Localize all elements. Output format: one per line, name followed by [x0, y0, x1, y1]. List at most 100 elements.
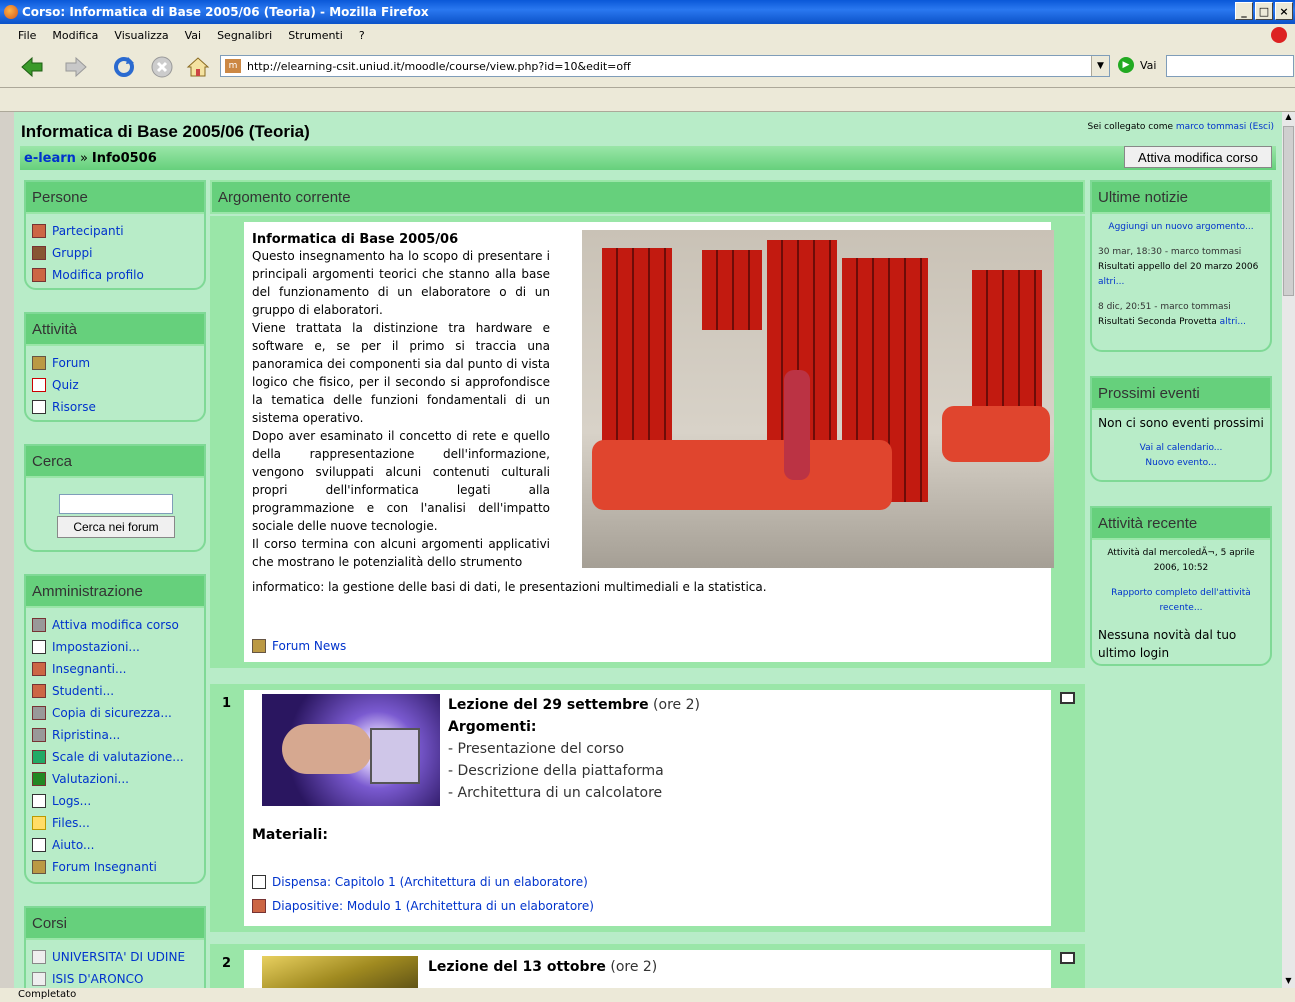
home-icon[interactable] — [186, 55, 210, 79]
course-category-icon — [32, 972, 46, 986]
slides-icon — [252, 899, 266, 913]
page-scrollbar[interactable]: ▲ ▼ — [1282, 112, 1295, 988]
new-event-link[interactable]: Nuovo evento... — [1145, 458, 1216, 468]
breadcrumb: e-learn » Info0506 — [20, 146, 1276, 170]
menu-help[interactable]: ? — [359, 29, 365, 42]
back-arrow-icon[interactable] — [20, 55, 44, 79]
current-topic-heading: Argomento corrente — [210, 180, 1085, 214]
highlight-checkbox-icon[interactable] — [1060, 692, 1075, 704]
intro-paragraph: Il corso termina con alcuni argomenti ap… — [252, 537, 550, 569]
scales-icon — [32, 750, 46, 764]
menu-vai[interactable]: Vai — [185, 29, 201, 42]
close-button[interactable]: × — [1275, 2, 1293, 20]
block-title: Amministrazione — [26, 576, 204, 608]
section-number: 1 — [222, 696, 232, 711]
news-text: Risultati Seconda Provetta — [1098, 317, 1217, 327]
activity-since: Attività dal mercoledÃ¬, 5 aprile 2006, … — [1107, 548, 1255, 573]
link-admin-help[interactable]: Aiuto... — [52, 838, 94, 852]
link-forum[interactable]: Forum — [52, 356, 90, 370]
intro-paragraph: Dopo aver esaminato il concetto di rete … — [252, 429, 550, 533]
search-box[interactable] — [1166, 55, 1294, 77]
block-title: Ultime notizie — [1092, 182, 1270, 214]
course-category-icon — [32, 950, 46, 964]
section-1: 1 Lezione del 29 settembre (ore 2) Argom… — [210, 684, 1085, 932]
link-course-daronco[interactable]: ISIS D'ARONCO — [52, 972, 143, 986]
login-info: Sei collegato come marco tommasi (Esci) — [1087, 122, 1274, 132]
link-admin-teachers[interactable]: Insegnanti... — [52, 662, 126, 676]
block-cerca: Cerca Cerca nei forum — [24, 444, 206, 552]
link-groups[interactable]: Gruppi — [52, 246, 92, 260]
link-edit-profile[interactable]: Modifica profilo — [52, 268, 144, 282]
navigation-toolbar: m http://elearning-csit.uniud.it/moodle/… — [0, 46, 1295, 88]
block-title: Prossimi eventi — [1092, 378, 1270, 410]
link-quiz[interactable]: Quiz — [52, 378, 79, 392]
block-news: Ultime notizie Aggiungi un nuovo argomen… — [1090, 180, 1272, 352]
link-dispensa[interactable]: Dispensa: Capitolo 1 (Architettura di un… — [272, 875, 588, 889]
menu-file[interactable]: File — [18, 29, 36, 42]
link-admin-edit[interactable]: Attiva modifica corso — [52, 618, 179, 632]
menu-segnalibri[interactable]: Segnalibri — [217, 29, 272, 42]
no-events-text: Non ci sono eventi prossimi — [1098, 416, 1264, 430]
folder-icon — [32, 816, 46, 830]
link-participants[interactable]: Partecipanti — [52, 224, 124, 238]
calendar-link[interactable]: Vai al calendario... — [1140, 443, 1223, 453]
link-admin-grades[interactable]: Valutazioni... — [52, 772, 129, 786]
link-course-udine[interactable]: UNIVERSITA' DI UDINE — [52, 950, 185, 964]
site-favicon: m — [225, 59, 241, 73]
groups-icon — [32, 246, 46, 260]
link-resources[interactable]: Risorse — [52, 400, 96, 414]
link-admin-scales[interactable]: Scale di valutazione... — [52, 750, 184, 764]
topic-item: - Architettura di un calcolatore — [448, 785, 663, 801]
maximize-button[interactable]: □ — [1255, 2, 1273, 20]
address-dropdown[interactable]: ▼ — [1091, 56, 1109, 76]
menu-strumenti[interactable]: Strumenti — [288, 29, 343, 42]
forum-search-button[interactable]: Cerca nei forum — [57, 516, 175, 538]
menu-bar: File Modifica Visualizza Vai Segnalibri … — [0, 24, 1295, 46]
block-title: Corsi — [26, 908, 204, 940]
link-admin-backup[interactable]: Copia di sicurezza... — [52, 706, 172, 720]
forward-arrow-icon[interactable] — [64, 55, 88, 79]
scroll-up-icon[interactable]: ▲ — [1282, 112, 1295, 124]
section-2: 2 Lezione del 13 ottobre (ore 2) — [210, 944, 1085, 988]
link-forum-news[interactable]: Forum News — [272, 639, 346, 653]
chip-image — [262, 956, 418, 988]
link-admin-logs[interactable]: Logs... — [52, 794, 91, 808]
link-admin-teacher-forum[interactable]: Forum Insegnanti — [52, 860, 157, 874]
no-activity-text: Nessuna novità dal tuo ultimo login — [1098, 628, 1237, 660]
news-more-link[interactable]: altri... — [1098, 277, 1124, 287]
edit-icon — [32, 618, 46, 632]
scrollbar-thumb[interactable] — [1283, 126, 1294, 296]
lesson-title: Lezione del 13 ottobre — [428, 959, 606, 975]
activity-report-link[interactable]: Rapporto completo dell'attività recente.… — [1111, 588, 1251, 613]
breadcrumb-home[interactable]: e-learn — [24, 151, 76, 166]
link-admin-settings[interactable]: Impostazioni... — [52, 640, 140, 654]
help-icon — [32, 838, 46, 852]
lesson-hours: (ore 2) — [610, 959, 658, 975]
add-topic-link[interactable]: Aggiungi un nuovo argomento... — [1108, 222, 1253, 232]
news-meta: 8 dic, 20:51 - marco tommasi — [1098, 302, 1231, 312]
menu-visualizza[interactable]: Visualizza — [114, 29, 168, 42]
reload-icon[interactable] — [112, 55, 136, 79]
edit-course-button[interactable]: Attiva modifica corso — [1124, 146, 1272, 168]
backup-icon — [32, 706, 46, 720]
news-more-link[interactable]: altri... — [1220, 317, 1246, 327]
intro-paragraph: Viene trattata la distinzione tra hardwa… — [252, 321, 550, 425]
intro-paragraph: informatico: la gestione delle basi di d… — [252, 580, 767, 594]
block-recent-activity: Attività recente Attività dal mercoledÃ¬… — [1090, 506, 1272, 666]
forum-search-input[interactable] — [59, 494, 173, 514]
link-admin-files[interactable]: Files... — [52, 816, 90, 830]
address-url: http://elearning-csit.uniud.it/moodle/co… — [247, 59, 631, 73]
link-diapositive[interactable]: Diapositive: Modulo 1 (Architettura di u… — [272, 899, 594, 913]
user-link[interactable]: marco tommasi — [1176, 122, 1246, 132]
quiz-icon — [32, 378, 46, 392]
menu-modifica[interactable]: Modifica — [52, 29, 98, 42]
scroll-down-icon[interactable]: ▼ — [1282, 976, 1295, 988]
minimize-button[interactable]: _ — [1235, 2, 1253, 20]
logout-link[interactable]: (Esci) — [1249, 122, 1274, 132]
link-admin-restore[interactable]: Ripristina... — [52, 728, 120, 742]
link-admin-students[interactable]: Studenti... — [52, 684, 114, 698]
address-bar[interactable]: m http://elearning-csit.uniud.it/moodle/… — [220, 55, 1110, 77]
go-button[interactable]: ▶ Vai — [1118, 57, 1156, 73]
stop-icon[interactable] — [150, 55, 174, 79]
highlight-checkbox-icon[interactable] — [1060, 952, 1075, 964]
